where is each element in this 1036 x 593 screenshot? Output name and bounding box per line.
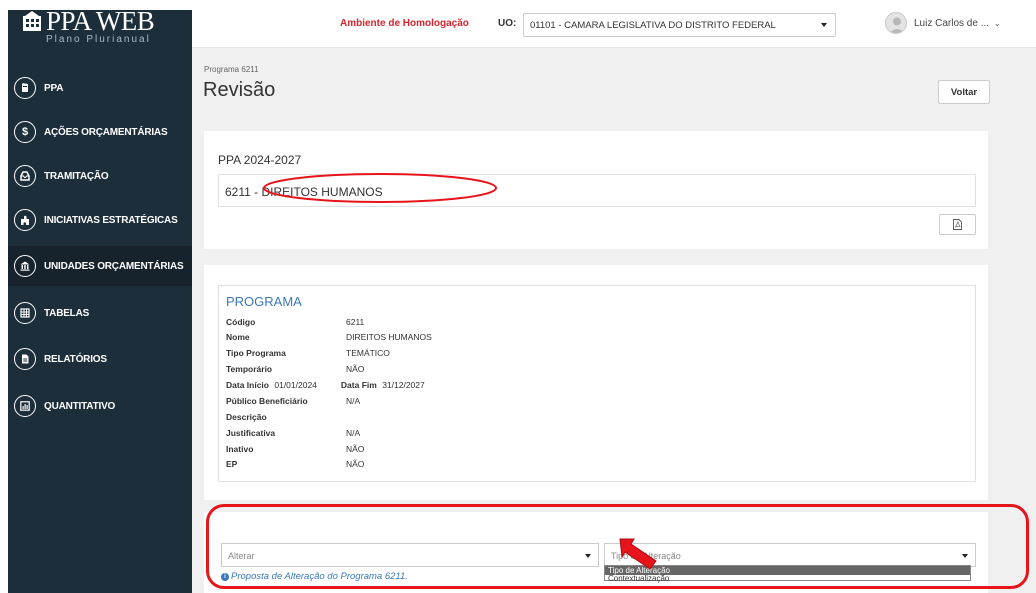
inbox-icon	[14, 165, 36, 187]
hint-text: Proposta de Alteração do Programa 6211.	[231, 571, 408, 582]
dropdown-option-contextualizacao[interactable]: Contextualização	[605, 574, 970, 583]
tipo-alteracao-select[interactable]: Tipo de Alteração	[604, 543, 976, 567]
sidebar-item-label: AÇÕES ORÇAMENTÁRIAS	[44, 126, 168, 138]
logo[interactable]: PPA WEB Plano Plurianual	[8, 6, 192, 46]
sidebar-item-label: TABELAS	[44, 307, 90, 319]
sidebar-item-tabelas[interactable]: TABELAS	[8, 293, 192, 333]
user-menu[interactable]: Luiz Carlos de ... ⌄	[914, 18, 1001, 29]
alteration-hint: i Proposta de Alteração do Programa 6211.	[221, 571, 408, 582]
tipo-alteracao-placeholder: Tipo de Alteração	[611, 551, 681, 561]
sidebar-item-ppa[interactable]: PPA	[8, 68, 192, 108]
breadcrumb: Programa 6211	[204, 65, 259, 74]
caret-down-icon	[585, 554, 591, 558]
logo-subtitle: Plano Plurianual	[46, 34, 151, 45]
info-icon: i	[221, 573, 229, 581]
sidebar-item-iniciativas-estrategicas[interactable]: INICIATIVAS ESTRATÉGICAS	[8, 200, 192, 240]
caret-down-icon	[962, 554, 968, 558]
sidebar-item-label: PPA	[44, 82, 64, 94]
field-datas: Data Início 01/01/2024 Data Fim 31/12/202…	[226, 380, 425, 390]
sidebar-item-label: QUANTITATIVO	[44, 400, 116, 412]
ppa-label: PPA 2024-2027	[218, 153, 302, 167]
summary-panel: PPA 2024-2027 6211 - DIREITOS HUMANOS	[204, 131, 988, 249]
main-content: Programa 6211 Revisão Voltar PPA 2024-20…	[192, 48, 1036, 593]
sidebar-item-unidades-orcamentarias[interactable]: UNIDADES ORÇAMENTÁRIAS	[8, 246, 192, 286]
sidebar: PPA WEB Plano Plurianual PPA $ AÇÕES ORÇ…	[8, 6, 192, 593]
field-nome: Nome DIREITOS HUMANOS	[226, 332, 432, 342]
uo-label: UO:	[498, 18, 517, 29]
program-box: 6211 - DIREITOS HUMANOS	[218, 174, 976, 207]
field-codigo: Código 6211	[226, 317, 365, 327]
field-inativo: Inativo NÃO	[226, 444, 365, 454]
sidebar-item-acoes-orcamentarias[interactable]: $ AÇÕES ORÇAMENTÁRIAS	[8, 112, 192, 152]
logo-title: PPA WEB	[46, 6, 155, 36]
bank-icon	[14, 255, 36, 277]
top-bar: Ambiente de Homologação UO: 01101 - CAMA…	[192, 0, 1036, 48]
table-icon	[14, 302, 36, 324]
sidebar-item-relatorios[interactable]: RELATÓRIOS	[8, 339, 192, 379]
sidebar-item-label: TRAMITAÇÃO	[44, 170, 109, 182]
field-descricao: Descrição	[226, 412, 267, 422]
puzzle-icon	[14, 209, 36, 231]
program-card-title: PROGRAMA	[226, 294, 302, 309]
sidebar-item-label: RELATÓRIOS	[44, 353, 107, 365]
program-panel: PROGRAMA Código 6211 Nome DIREITOS HUMANOS…	[204, 265, 988, 500]
alterar-select[interactable]: Alterar	[221, 543, 599, 567]
sidebar-item-quantitativo[interactable]: QUANTITATIVO	[8, 386, 192, 426]
caret-down-icon	[821, 23, 827, 27]
pdf-export-button[interactable]	[939, 214, 976, 235]
page-title: Revisão	[203, 79, 276, 101]
chevron-down-icon: ⌄	[993, 19, 1001, 28]
tipo-alteracao-dropdown: Tipo de Alteração Contextualização	[604, 565, 971, 583]
sidebar-item-tramitacao[interactable]: TRAMITAÇÃO	[8, 156, 192, 196]
user-name: Luiz Carlos de ...	[914, 18, 990, 29]
program-card: PROGRAMA Código 6211 Nome DIREITOS HUMANOS…	[218, 285, 976, 482]
dollar-icon: $	[14, 121, 36, 143]
field-tipo-programa: Tipo Programa TEMÁTICO	[226, 348, 390, 358]
building-icon	[23, 11, 41, 31]
program-title: 6211 - DIREITOS HUMANOS	[225, 185, 383, 199]
pdf-icon	[953, 219, 962, 230]
book-icon	[14, 77, 36, 99]
field-publico-beneficiario: Público Beneficiário N/A	[226, 396, 361, 406]
sidebar-item-label: INICIATIVAS ESTRATÉGICAS	[44, 214, 178, 226]
avatar[interactable]	[885, 12, 907, 34]
field-temporario: Temporário NÃO	[226, 364, 365, 374]
app-window: PPA WEB Plano Plurianual PPA $ AÇÕES ORÇ…	[0, 0, 1036, 593]
sidebar-item-label: UNIDADES ORÇAMENTÁRIAS	[44, 260, 184, 272]
uo-select-value: 01101 - CAMARA LEGISLATIVA DO DISTRITO F…	[530, 20, 776, 31]
back-button[interactable]: Voltar	[938, 80, 990, 104]
environment-label: Ambiente de Homologação	[340, 18, 469, 29]
alterar-placeholder: Alterar	[228, 551, 255, 561]
report-icon	[14, 348, 36, 370]
field-ep: EP NÃO	[226, 459, 365, 469]
field-justificativa: Justificativa N/A	[226, 428, 361, 438]
chart-icon	[14, 395, 36, 417]
uo-select[interactable]: 01101 - CAMARA LEGISLATIVA DO DISTRITO F…	[523, 13, 836, 37]
